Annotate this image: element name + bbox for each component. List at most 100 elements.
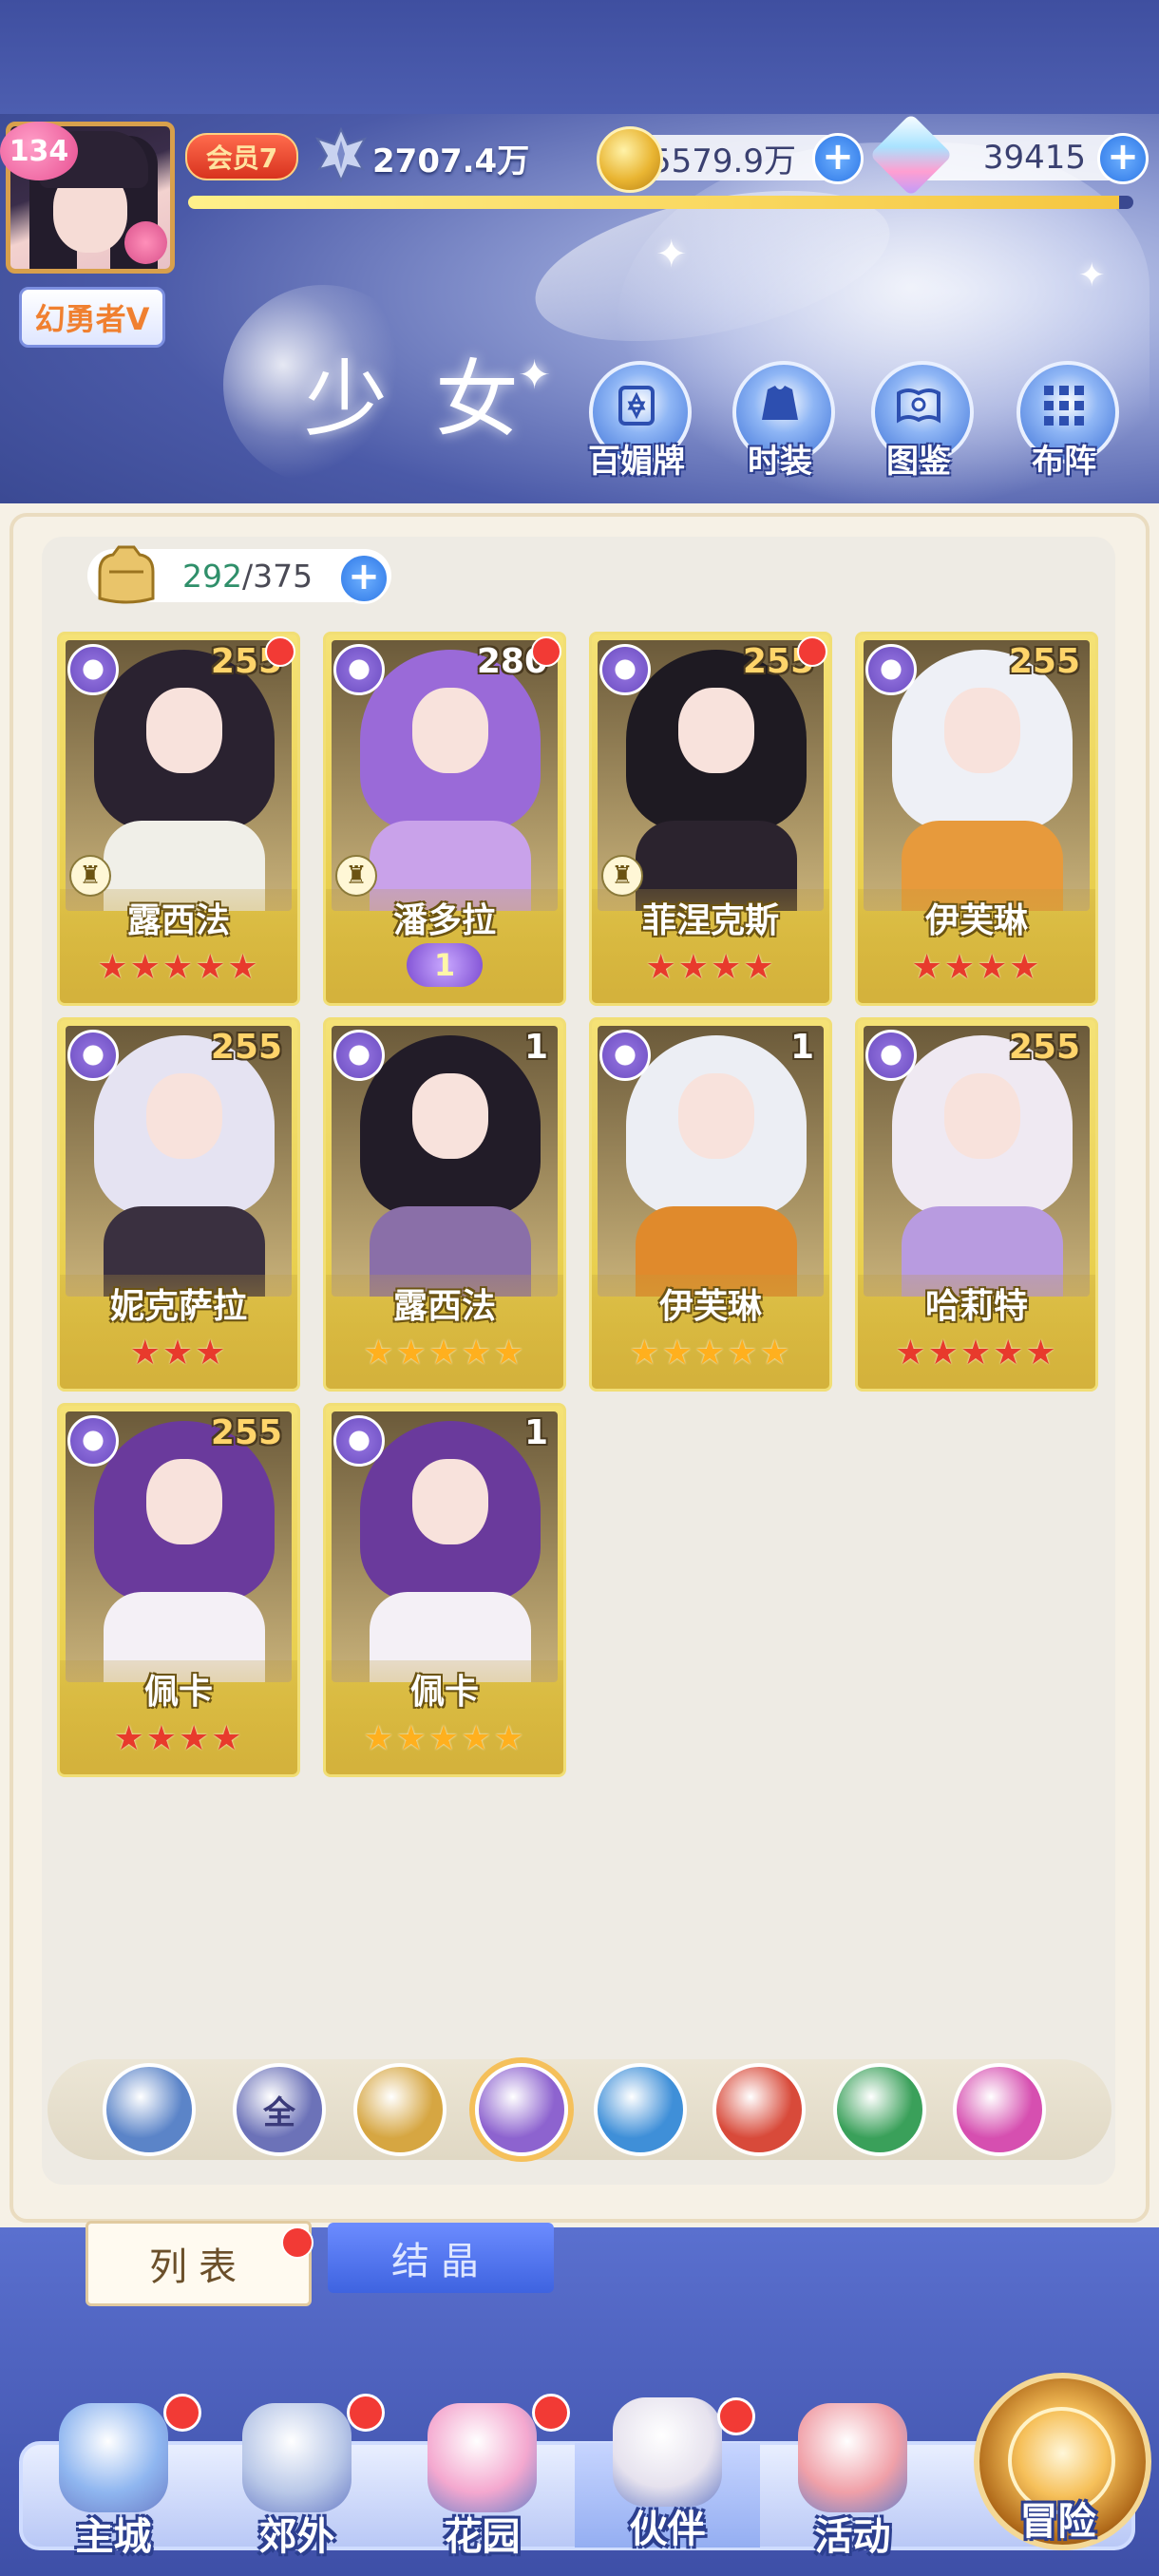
character-card[interactable]: 255 哈莉特 ★★★★★	[855, 1017, 1098, 1392]
star-icon: ★	[428, 1719, 462, 1758]
character-card[interactable]: 280 ♜ 潘多拉 1	[323, 632, 566, 1006]
nav-castle[interactable]: 主城	[21, 2394, 206, 2574]
character-name: 佩卡	[143, 1673, 213, 1712]
star-icon: ★	[743, 948, 776, 987]
book-icon	[897, 388, 940, 424]
star-icon: ★	[1009, 948, 1042, 987]
power-value: 2707.4万	[372, 142, 530, 180]
nav-label: 活动	[814, 2515, 891, 2559]
star-icon: ★	[895, 1334, 928, 1373]
planet-filter-button[interactable]	[953, 2063, 1046, 2156]
nav-label: 郊外	[258, 2515, 335, 2559]
nav-gift-box[interactable]: 活动	[760, 2394, 945, 2574]
sparkle-icon: ✦	[1078, 256, 1106, 294]
capacity-separator: /	[242, 558, 254, 595]
character-face	[146, 1459, 222, 1544]
star-icon: ★	[493, 1719, 526, 1758]
moon-element-icon	[599, 1030, 651, 1081]
character-card[interactable]: 1 佩卡 ★★★★★	[323, 1403, 566, 1777]
chess-piece-icon: ♜	[69, 855, 111, 897]
sun-filter-button[interactable]	[353, 2063, 446, 2156]
rose-icon	[124, 221, 167, 264]
character-card[interactable]: 255 伊芙琳 ★★★★	[855, 632, 1098, 1006]
moon-filter-button[interactable]	[475, 2063, 568, 2156]
experience-bar	[188, 196, 1133, 209]
nav-partner-portrait[interactable]: 伙伴	[575, 2397, 760, 2551]
card-deck-button[interactable]: 百媚牌	[575, 361, 698, 503]
adventure-button[interactable]: 冒险	[974, 2373, 1151, 2550]
star-icon: ★	[661, 1334, 694, 1373]
nav-portal[interactable]: 郊外	[204, 2394, 390, 2574]
tab-crystal[interactable]: 结晶	[328, 2223, 554, 2293]
character-card[interactable]: 255 佩卡 ★★★★	[57, 1403, 300, 1777]
star-icon: ★	[677, 948, 711, 987]
character-name: 哈莉特	[924, 1287, 1028, 1326]
nav-heart-garden[interactable]: 花园	[390, 2394, 575, 2574]
capacity-max: 375	[253, 558, 314, 595]
character-card[interactable]: 255 妮克萨拉 ★★★	[57, 1017, 300, 1392]
notification-dot	[281, 2226, 314, 2259]
star-icon: ★	[911, 948, 944, 987]
vip-badge[interactable]: 会员7	[185, 133, 298, 180]
nav-label: 冒险	[1019, 2500, 1096, 2544]
character-level: 1	[523, 1028, 548, 1067]
star-icon: ★	[629, 1334, 662, 1373]
star-icon: ★	[113, 1719, 146, 1758]
star-icon: ★	[395, 1719, 428, 1758]
star-icon: ★	[227, 948, 260, 987]
character-card[interactable]: 255 ♜ 露西法 ★★★★★	[57, 632, 300, 1006]
star-icon: ★	[493, 1334, 526, 1373]
fashion-label: 时装	[748, 443, 812, 481]
star-icon: ★	[162, 1334, 196, 1373]
star-icon: ★	[759, 1334, 792, 1373]
codex-button[interactable]: 图鉴	[857, 361, 980, 503]
star-icon: ★	[97, 948, 130, 987]
character-name: 菲涅克斯	[641, 901, 779, 940]
water-drop-filter-button[interactable]	[594, 2063, 687, 2156]
tab-list[interactable]: 列表	[86, 2221, 312, 2306]
moon-element-icon	[333, 1030, 385, 1081]
all-icon: 全	[263, 2093, 295, 2132]
star-icon: ★	[993, 1334, 1026, 1373]
add-gems-button[interactable]: +	[1097, 133, 1149, 184]
add-coins-button[interactable]: +	[812, 133, 864, 184]
gem-value: 39415	[982, 139, 1086, 177]
star-rating: ★★★★	[592, 948, 829, 987]
moon-element-icon	[865, 1030, 917, 1081]
moon-element-icon	[599, 644, 651, 695]
star-rating: ★★★★★	[858, 1334, 1095, 1373]
moon-element-icon	[67, 1415, 119, 1467]
player-title-badge[interactable]: 幻勇者V	[19, 287, 165, 348]
character-card[interactable]: 255 ♜ 菲涅克斯 ★★★★	[589, 632, 832, 1006]
heart-garden-icon	[428, 2403, 537, 2512]
character-face	[678, 1073, 754, 1159]
capacity-current: 292	[182, 558, 242, 595]
nav-label: 主城	[75, 2515, 152, 2559]
character-face	[412, 688, 488, 773]
all-filter-button[interactable]: 全	[233, 2063, 326, 2156]
wind-filter-button[interactable]	[833, 2063, 926, 2156]
fashion-button[interactable]: 时装	[718, 361, 842, 503]
sparkle-icon: ✦	[656, 233, 688, 276]
star-rating: ★★★	[60, 1334, 297, 1373]
expand-capacity-button[interactable]: +	[338, 553, 390, 604]
star-icon: ★	[694, 1334, 728, 1373]
notification-dot	[163, 2394, 201, 2432]
character-name: 露西法	[126, 901, 230, 940]
nav-label: 花园	[444, 2515, 521, 2559]
character-card[interactable]: 1 露西法 ★★★★★	[323, 1017, 566, 1392]
top-band	[0, 0, 1159, 114]
star-rating: ★★★★★	[592, 1334, 829, 1373]
star-icon: ★	[363, 1334, 396, 1373]
chess-piece-icon: ♜	[335, 855, 377, 897]
character-card[interactable]: 1 伊芙琳 ★★★★★	[589, 1017, 832, 1392]
fashion-icon	[762, 386, 798, 420]
character-face	[944, 1073, 1020, 1159]
star-icon: ★	[943, 948, 977, 987]
notification-dot	[265, 636, 295, 667]
fire-filter-button[interactable]	[712, 2063, 806, 2156]
formation-button[interactable]: 布阵	[1002, 361, 1126, 503]
character-level: 255	[1008, 642, 1080, 681]
angel-wing-filter-button[interactable]	[103, 2063, 196, 2156]
character-name: 潘多拉	[392, 901, 496, 940]
